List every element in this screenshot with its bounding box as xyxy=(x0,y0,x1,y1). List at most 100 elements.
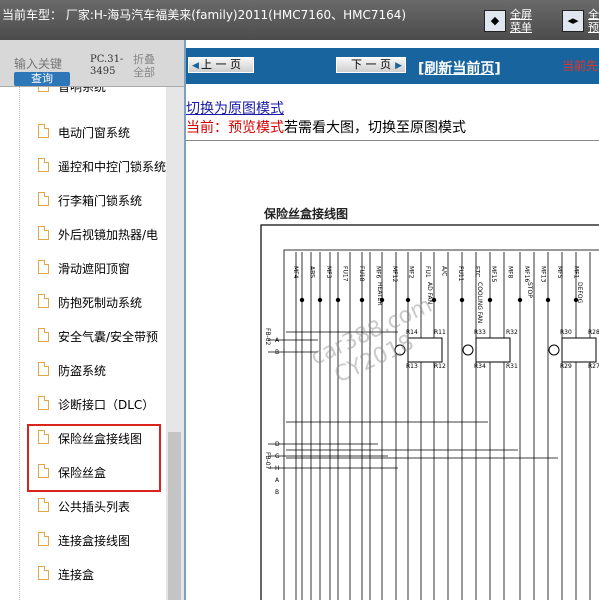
fuse-label: MF6 xyxy=(375,266,382,279)
relay-label: R30 xyxy=(560,329,572,336)
tree-scrollbar[interactable] xyxy=(166,87,184,600)
document-icon xyxy=(38,362,49,376)
fuse-node xyxy=(545,297,551,303)
switch-original-mode-link[interactable]: 切换为原图模式 xyxy=(186,98,284,118)
arrow-left-icon: ◀ xyxy=(192,61,199,71)
fuse-node xyxy=(317,297,323,303)
left-panel: 查询 PC.31- 3495 折叠 全部 音响系统 电动门窗系统 遥控和中控门锁… xyxy=(0,40,185,600)
fuse-box-wiring-diagram: MF4 ABS MF3 FU17 FU18 MF6 MF12 MF2 FU1 A/C FU11 ETC… xyxy=(260,224,599,600)
relay-label: R31 xyxy=(506,363,518,370)
fuse-label: MF4 xyxy=(292,266,299,279)
fuse-label: ETC xyxy=(474,266,481,277)
fullscreen-preview-label: 全屏 预览 xyxy=(588,8,599,34)
tree-item[interactable]: 遥控和中控门锁系统 xyxy=(16,153,166,181)
relay-label: R28 xyxy=(588,329,599,336)
tree-item[interactable]: 防盗系统 xyxy=(16,357,166,385)
fuse-label: FU11 xyxy=(457,266,464,282)
search-input[interactable] xyxy=(12,55,78,73)
tree-item[interactable]: 公共插头列表 xyxy=(16,493,166,521)
relay-label: R13 xyxy=(406,363,418,370)
document-icon xyxy=(38,260,49,274)
connector-label: FB-02 xyxy=(264,328,271,346)
pin-label: B xyxy=(275,349,279,356)
document-icon xyxy=(38,328,49,342)
mode-status: 当前：预览模式若需看大图，切换至原图模式 xyxy=(186,120,466,136)
scrollbar-thumb[interactable] xyxy=(168,432,181,600)
fuse-label: MF8 xyxy=(507,266,514,279)
pc-code-label: PC.31- 3495 xyxy=(90,54,124,77)
pin-label: A xyxy=(275,477,280,484)
relay-node xyxy=(548,344,560,356)
fuse-node xyxy=(459,297,465,303)
tree-item[interactable]: 滑动遮阳顶窗 xyxy=(16,255,166,283)
arrow-right-icon: ▶ xyxy=(395,61,402,71)
circuit-label: STOP xyxy=(526,282,533,298)
tree-item[interactable]: 电动门窗系统 xyxy=(16,119,166,147)
document-icon xyxy=(38,87,49,92)
fuse-label: MF5 xyxy=(556,266,563,279)
fuse-node xyxy=(359,297,365,303)
relay-node xyxy=(462,344,474,356)
relay-label: R33 xyxy=(474,329,486,336)
tree-item[interactable]: 连接盒 xyxy=(16,561,166,589)
fuse-label: MF2 xyxy=(408,266,415,279)
fuse-node xyxy=(517,297,523,303)
document-icon xyxy=(38,532,49,546)
tree-item[interactable]: 防抱死制动系统 xyxy=(16,289,166,317)
document-icon xyxy=(38,226,49,240)
document-icon xyxy=(38,294,49,308)
pin-label: B xyxy=(275,489,279,496)
circuit-label: DEFOG xyxy=(576,282,583,304)
pin-label: D xyxy=(275,441,280,448)
fuse-label: MF1 xyxy=(573,266,580,279)
relay-label: R32 xyxy=(506,329,518,336)
fuse-label: A/C xyxy=(441,266,448,276)
next-page-button[interactable]: 下 一 页 ▶ xyxy=(336,57,406,73)
tree-item[interactable]: 诊断接口（DLC） xyxy=(16,391,166,419)
document-icon xyxy=(38,566,49,580)
circuit-label: HEATER xyxy=(376,282,383,306)
current-label: 当前先 xyxy=(562,59,599,73)
collapse-all-button[interactable]: 折叠 全部 xyxy=(133,53,155,79)
fuse-node xyxy=(299,297,305,303)
document-icon xyxy=(38,158,49,172)
query-button[interactable]: 查询 xyxy=(14,72,70,86)
circuit-label: COOLING FAN xyxy=(476,282,483,323)
fuse-label: FU18 xyxy=(358,266,365,282)
relay-label: R12 xyxy=(434,363,446,370)
tree-item[interactable]: 外后视镜加热器/电 xyxy=(16,221,166,249)
search-row: 查询 PC.31- 3495 折叠 全部 xyxy=(0,40,184,87)
prev-page-button[interactable]: ◀ 上 一 页 xyxy=(188,57,254,73)
fuse-label: MF3 xyxy=(325,266,332,279)
fuse-label: MF13 xyxy=(540,266,547,282)
tree-item[interactable]: 安全气囊/安全带预 xyxy=(16,323,166,351)
pin-label: G xyxy=(275,453,280,460)
diagram-title: 保险丝盒接线图 xyxy=(264,207,349,221)
fuse-label: MF16 xyxy=(523,266,530,282)
refresh-page-link[interactable]: [刷新当前页] xyxy=(418,58,501,78)
fuse-label: FU1 xyxy=(424,266,431,278)
fullscreen-icon: ◆ xyxy=(484,10,506,32)
split-icon: ◂▸ xyxy=(562,10,584,32)
pin-label: H xyxy=(275,465,280,472)
current-vehicle-label: 当前车型： 厂家:H-海马汽车福美来(family)2011(HMC7160、H… xyxy=(2,8,407,22)
pin-label: A xyxy=(275,337,280,344)
document-icon xyxy=(38,498,49,512)
relay-box xyxy=(475,337,511,363)
document-icon xyxy=(38,192,49,206)
relay-label: R27 xyxy=(588,363,599,370)
tree-list: 音响系统 电动门窗系统 遥控和中控门锁系统 行李箱门锁系统 外后视镜加热器/电 … xyxy=(0,87,166,600)
tree-item[interactable]: 连接盒接线图 xyxy=(16,527,166,555)
top-bar: 当前车型： 厂家:H-海马汽车福美来(family)2011(HMC7160、H… xyxy=(0,0,599,40)
tree-item[interactable]: 音响系统 xyxy=(16,87,166,101)
relay-label: R34 xyxy=(474,363,486,370)
relay-label: R29 xyxy=(560,363,572,370)
fuse-label: MF15 xyxy=(490,266,497,282)
connector-label: FB-07 xyxy=(264,452,271,470)
document-icon xyxy=(38,396,49,410)
fuse-label: FU17 xyxy=(342,266,349,282)
fuse-node xyxy=(487,297,493,303)
document-icon xyxy=(38,124,49,138)
tree-item[interactable]: 行李箱门锁系统 xyxy=(16,187,166,215)
fullscreen-menu-label: 全屏 菜单 xyxy=(510,8,532,34)
